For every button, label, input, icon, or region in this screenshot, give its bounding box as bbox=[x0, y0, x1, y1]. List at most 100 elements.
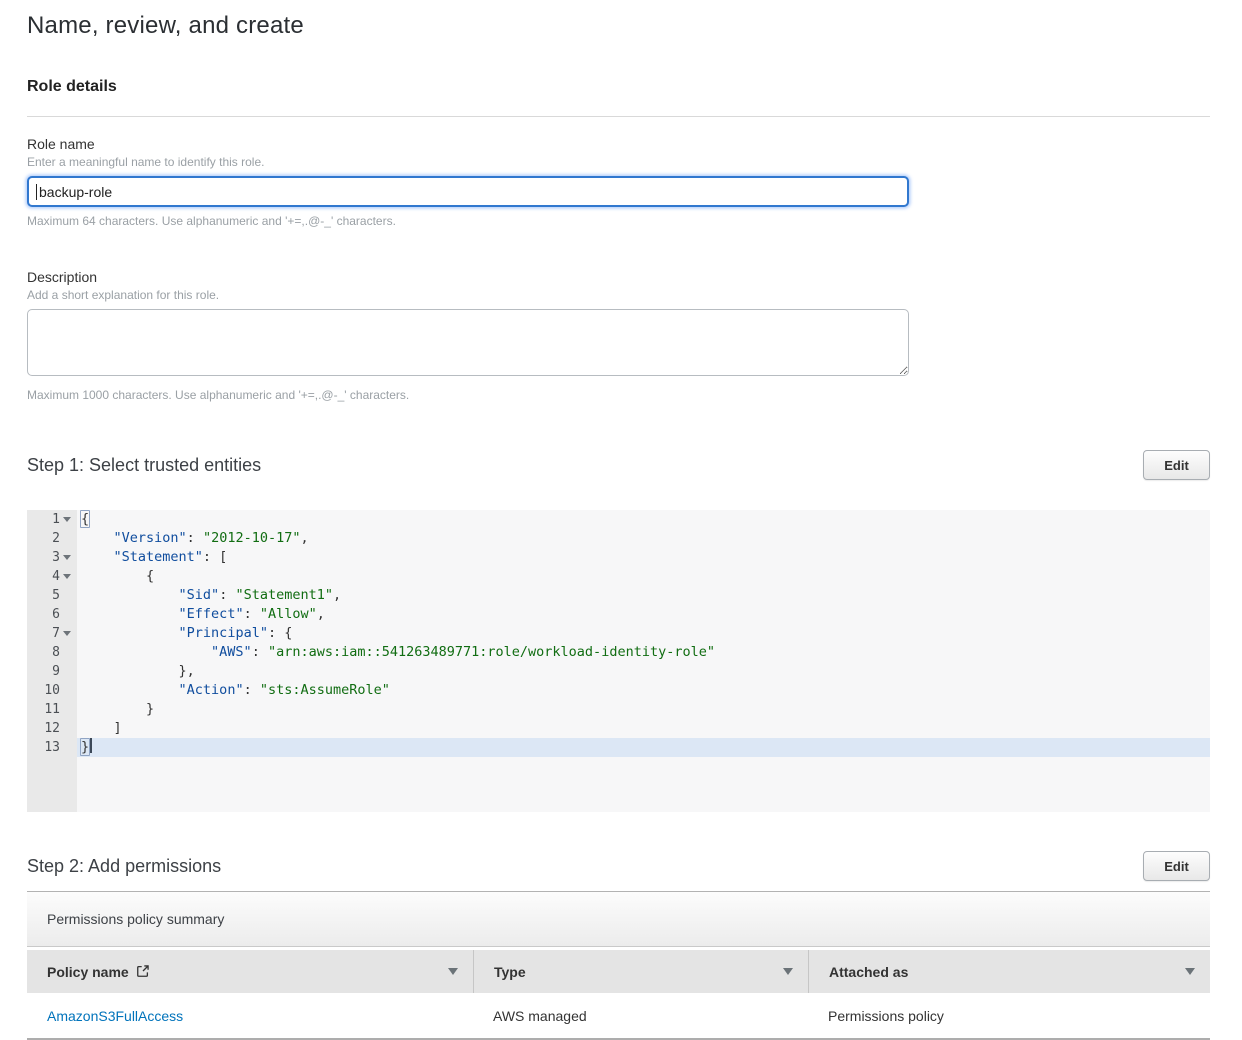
policy-name-link[interactable]: AmazonS3FullAccess bbox=[47, 1008, 183, 1024]
code-line-content: ] bbox=[77, 719, 1210, 738]
policy-type-cell: AWS managed bbox=[473, 1008, 808, 1024]
line-number: 2 bbox=[27, 529, 77, 548]
json-key: "Version" bbox=[114, 530, 187, 546]
step2-header-row: Step 2: Add permissions Edit bbox=[27, 851, 1210, 881]
json-value: "Statement1" bbox=[235, 587, 333, 603]
line-number: 8 bbox=[27, 643, 77, 662]
description-help: Maximum 1000 characters. Use alphanumeri… bbox=[27, 388, 1210, 402]
json-punctuation: : bbox=[219, 587, 235, 603]
line-number: 10 bbox=[27, 681, 77, 700]
panel-header: Permissions policy summary bbox=[27, 892, 1210, 947]
policy-name-cell: AmazonS3FullAccess bbox=[27, 1008, 473, 1024]
line-number: 6 bbox=[27, 605, 77, 624]
trust-policy-code-editor[interactable]: 1{2 "Version": "2012-10-17",3 "Statement… bbox=[27, 510, 1210, 812]
json-key: "Action" bbox=[179, 682, 244, 698]
json-value: "sts:AssumeRole" bbox=[260, 682, 390, 698]
step2-edit-button[interactable]: Edit bbox=[1143, 851, 1210, 881]
line-number: 1 bbox=[27, 510, 77, 529]
code-line: 2 "Version": "2012-10-17", bbox=[27, 529, 1210, 548]
line-number: 7 bbox=[27, 624, 77, 643]
json-punctuation: : bbox=[187, 530, 203, 546]
external-link-icon bbox=[136, 964, 150, 978]
step1-header-row: Step 1: Select trusted entities Edit bbox=[27, 450, 1210, 480]
code-line-content: "Statement": [ bbox=[77, 548, 1210, 567]
json-punctuation: : { bbox=[268, 625, 292, 641]
column-header-attached-as[interactable]: Attached as bbox=[808, 950, 1210, 993]
code-fold-arrow-icon[interactable] bbox=[63, 574, 71, 579]
json-punctuation: { bbox=[81, 568, 154, 584]
json-punctuation: , bbox=[317, 606, 325, 622]
json-key: "Principal" bbox=[179, 625, 268, 641]
json-key: "AWS" bbox=[211, 644, 252, 660]
line-number: 5 bbox=[27, 586, 77, 605]
code-line-content: "Version": "2012-10-17", bbox=[77, 529, 1210, 548]
code-line: 1{ bbox=[27, 510, 1210, 529]
line-number: 12 bbox=[27, 719, 77, 738]
code-line-content: }, bbox=[77, 662, 1210, 681]
permissions-policy-summary-panel: Permissions policy summary Policy name Ty… bbox=[27, 891, 1210, 1040]
json-punctuation bbox=[81, 644, 211, 660]
code-line-content: { bbox=[77, 567, 1210, 586]
code-line-content: "Action": "sts:AssumeRole" bbox=[77, 681, 1210, 700]
column-header-policy-name[interactable]: Policy name bbox=[27, 950, 473, 993]
code-line: 11 } bbox=[27, 700, 1210, 719]
json-punctuation: : bbox=[252, 644, 268, 660]
code-fold-arrow-icon[interactable] bbox=[63, 555, 71, 560]
table-body: AmazonS3FullAccess AWS managedPermissions… bbox=[27, 993, 1210, 1040]
permissions-table: Policy name Type Attached as AmazonS3FullA… bbox=[27, 950, 1210, 1040]
json-value: "2012-10-17" bbox=[203, 530, 301, 546]
description-label: Description bbox=[27, 269, 1210, 285]
code-fold-arrow-icon[interactable] bbox=[63, 517, 71, 522]
json-punctuation: , bbox=[333, 587, 341, 603]
column-header-label: Policy name bbox=[47, 964, 150, 980]
code-fold-arrow-icon[interactable] bbox=[63, 631, 71, 636]
code-line-content: "Sid": "Statement1", bbox=[77, 586, 1210, 605]
filter-icon[interactable] bbox=[782, 967, 794, 976]
code-line: 5 "Sid": "Statement1", bbox=[27, 586, 1210, 605]
json-punctuation: : bbox=[244, 682, 260, 698]
json-value: "arn:aws:iam::541263489771:role/workload… bbox=[268, 644, 715, 660]
code-line-content: } bbox=[77, 700, 1210, 719]
step1-edit-button[interactable]: Edit bbox=[1143, 450, 1210, 480]
json-punctuation: , bbox=[300, 530, 308, 546]
json-punctuation: { bbox=[80, 510, 90, 528]
json-punctuation bbox=[81, 549, 114, 565]
code-line: 3 "Statement": [ bbox=[27, 548, 1210, 567]
description-hint: Add a short explanation for this role. bbox=[27, 288, 1210, 302]
json-punctuation bbox=[81, 625, 179, 641]
code-line: 13} bbox=[27, 738, 1210, 757]
code-line-content: } bbox=[77, 738, 1210, 757]
role-name-help: Maximum 64 characters. Use alphanumeric … bbox=[27, 214, 1210, 228]
column-header-label: Type bbox=[494, 964, 526, 980]
step1-heading: Step 1: Select trusted entities bbox=[27, 450, 261, 476]
code-line-content: "AWS": "arn:aws:iam::541263489771:role/w… bbox=[77, 643, 1210, 662]
section-divider bbox=[27, 116, 1210, 117]
code-line: 9 }, bbox=[27, 662, 1210, 681]
attached-as-cell: Permissions policy bbox=[808, 1008, 1210, 1024]
code-line: 7 "Principal": { bbox=[27, 624, 1210, 643]
json-key: "Statement" bbox=[114, 549, 203, 565]
json-punctuation: }, bbox=[81, 663, 195, 679]
json-punctuation: : [ bbox=[203, 549, 227, 565]
code-line: 12 ] bbox=[27, 719, 1210, 738]
json-punctuation bbox=[81, 682, 179, 698]
table-header-row: Policy name Type Attached as bbox=[27, 950, 1210, 993]
role-details-heading: Role details bbox=[27, 78, 1210, 96]
json-value: "Allow" bbox=[260, 606, 317, 622]
role-name-field: Role name Enter a meaningful name to ide… bbox=[27, 136, 1210, 228]
role-name-input[interactable] bbox=[27, 176, 909, 207]
json-punctuation bbox=[81, 606, 179, 622]
code-line: 8 "AWS": "arn:aws:iam::541263489771:role… bbox=[27, 643, 1210, 662]
line-number: 13 bbox=[27, 738, 77, 757]
line-number: 9 bbox=[27, 662, 77, 681]
filter-icon[interactable] bbox=[1184, 967, 1196, 976]
line-number: 4 bbox=[27, 567, 77, 586]
json-punctuation: } bbox=[81, 701, 154, 717]
table-row: AmazonS3FullAccess AWS managedPermissions… bbox=[27, 993, 1210, 1040]
filter-icon[interactable] bbox=[447, 967, 459, 976]
column-header-label: Attached as bbox=[829, 964, 908, 980]
column-header-type[interactable]: Type bbox=[473, 950, 808, 993]
editor-caret bbox=[90, 738, 92, 753]
panel-title: Permissions policy summary bbox=[47, 911, 224, 927]
description-textarea[interactable] bbox=[27, 309, 909, 376]
